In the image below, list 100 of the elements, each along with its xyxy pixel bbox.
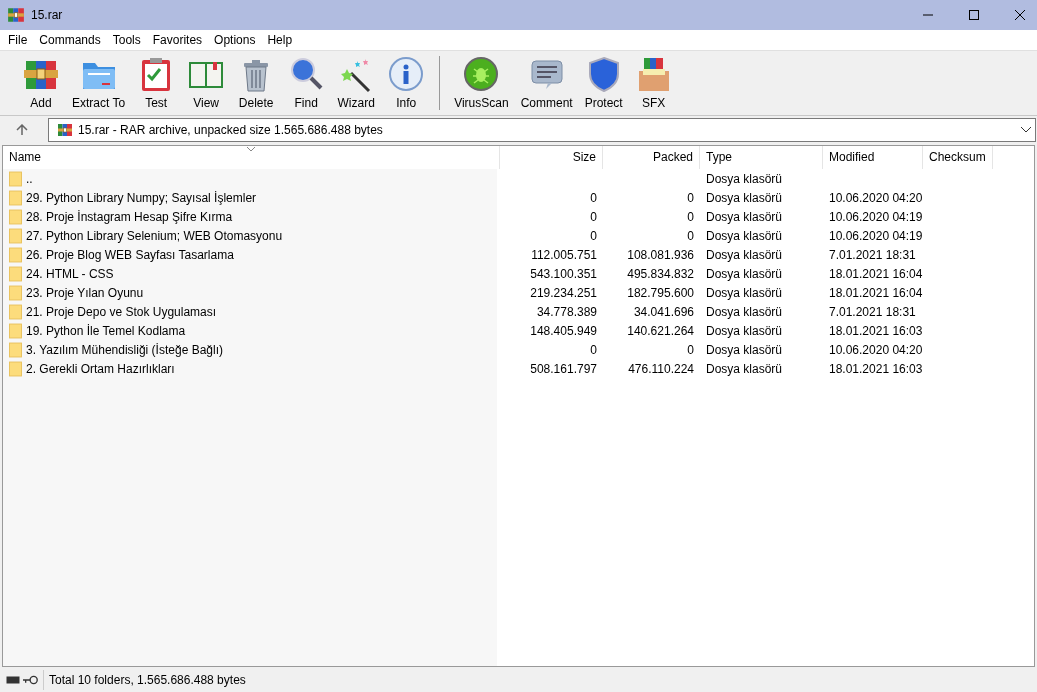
menu-item[interactable]: Commands [33, 31, 107, 49]
table-cell: 10.06.2020 04:20 [829, 190, 923, 205]
table-cell: 0 [687, 209, 694, 224]
table-cell: Dosya klasörü [706, 285, 783, 300]
chevron-down-icon[interactable] [1021, 126, 1031, 133]
menu-item[interactable]: Options [208, 31, 262, 49]
toolbar-button[interactable]: SFX [628, 51, 679, 112]
key-icon [23, 674, 39, 685]
file-name[interactable]: 27. Python Library Selenium; WEB Otomasyonu [26, 226, 283, 245]
app-icon [7, 6, 25, 24]
table-cell: 0 [687, 342, 694, 357]
file-name[interactable]: 3. Yazılım Mühendisliği (İsteğe Bağlı) [26, 340, 223, 359]
sort-chevron-icon [247, 147, 255, 151]
file-name[interactable]: 2. Gerekli Ortam Hazırlıkları [26, 359, 175, 378]
maximize-icon[interactable] [969, 10, 979, 20]
close-icon[interactable] [1015, 10, 1025, 20]
table-cell: 0 [590, 209, 597, 224]
toolbar-button[interactable]: Wizard [331, 51, 382, 112]
table-cell: 7.01.2021 18:31 [829, 304, 916, 319]
folder-icon [9, 284, 22, 301]
file-name[interactable]: 23. Proje Yılan Oyunu [26, 283, 144, 302]
table-cell: Dosya klasörü [706, 228, 783, 243]
table-cell: 108.081.936 [627, 247, 694, 262]
table-cell: 0 [590, 342, 597, 357]
table-cell: 0 [687, 190, 694, 205]
drive-icon [6, 675, 20, 684]
table-cell: 543.100.351 [530, 266, 597, 281]
table-cell: 219.234.251 [530, 285, 597, 300]
folder-icon [9, 170, 22, 187]
toolbar-button[interactable]: Delete [231, 51, 282, 112]
menu-item[interactable]: File [2, 31, 34, 49]
table-cell: 34.778.389 [536, 304, 597, 319]
table-cell: 508.161.797 [530, 361, 597, 376]
table-cell: 0 [590, 228, 597, 243]
file-name[interactable]: 21. Proje Depo ve Stok Uygulaması [26, 302, 217, 321]
toolbar-button[interactable]: Add [16, 51, 66, 112]
table-cell: Dosya klasörü [706, 171, 783, 186]
folder-icon [9, 265, 22, 282]
folder-icon [9, 322, 22, 339]
table-cell: Dosya klasörü [706, 304, 783, 319]
column-header[interactable]: Packed [603, 146, 700, 169]
toolbar-button[interactable]: Test [131, 51, 182, 112]
folder-icon [9, 360, 22, 377]
table-cell: Dosya klasörü [706, 190, 783, 205]
table-cell: 10.06.2020 04:19 [829, 228, 923, 243]
table-cell: 18.01.2021 16:03 [829, 323, 923, 338]
toolbar-button[interactable]: View [181, 51, 232, 112]
toolbar-button[interactable]: VirusScan [448, 51, 515, 112]
table-cell: 18.01.2021 16:04 [829, 266, 923, 281]
file-name[interactable]: 28. Proje İnstagram Hesap Şifre Kırma [26, 207, 233, 226]
info-icon [387, 55, 426, 93]
menu-item[interactable]: Help [261, 31, 299, 49]
file-name[interactable]: 26. Proje Blog WEB Sayfası Tasarlama [26, 245, 234, 264]
folder-icon [9, 189, 22, 206]
file-name[interactable]: 29. Python Library Numpy; Sayısal İşlemler [26, 188, 257, 207]
archive-icon [57, 121, 73, 138]
table-cell: Dosya klasörü [706, 266, 783, 281]
toolbar-button[interactable]: Find [281, 51, 332, 112]
menu-item[interactable]: Favorites [146, 31, 209, 49]
up-arrow-icon[interactable] [16, 123, 28, 136]
file-name[interactable]: 24. HTML - CSS [26, 264, 114, 283]
toolbar-button[interactable]: Extract To [66, 51, 132, 112]
table-cell: 0 [687, 228, 694, 243]
menu-item[interactable]: Tools [106, 31, 147, 49]
status-text: Total 10 folders, 1.565.686.488 bytes [49, 671, 246, 689]
table-cell: Dosya klasörü [706, 247, 783, 262]
folder-icon [9, 341, 22, 358]
table-cell: 476.110.224 [628, 361, 694, 376]
toolbar-button[interactable]: Protect [578, 51, 629, 112]
folder-icon [9, 227, 22, 244]
folder-icon [9, 246, 22, 263]
folder-icon [9, 208, 22, 225]
table-cell: Dosya klasörü [706, 209, 783, 224]
table-cell: 0 [590, 190, 597, 205]
table-cell: 148.405.949 [530, 323, 597, 338]
table-cell: 18.01.2021 16:03 [829, 361, 923, 376]
column-header[interactable]: Checksum [923, 146, 993, 169]
address-field[interactable]: 15.rar - RAR archive, unpacked size 1.565.686.488 bytes [48, 117, 1036, 142]
table-cell: 495.834.832 [627, 266, 694, 281]
file-name[interactable]: .. [26, 169, 33, 188]
address-text: 15.rar - RAR archive, unpacked size 1.565.686.488 bytes [78, 121, 384, 139]
table-cell: 140.621.264 [627, 323, 694, 338]
toolbar-button[interactable]: Comment [514, 51, 579, 112]
column-header[interactable]: Size [500, 146, 603, 169]
table-cell: 7.01.2021 18:31 [829, 247, 916, 262]
table-cell: Dosya klasörü [706, 323, 783, 338]
table-cell: Dosya klasörü [706, 361, 783, 376]
table-cell: Dosya klasörü [706, 342, 783, 357]
table-cell: 18.01.2021 16:04 [829, 285, 923, 300]
bug-icon [462, 55, 501, 93]
file-name[interactable]: 19. Python İle Temel Kodlama [26, 321, 186, 340]
column-header[interactable]: Modified [823, 146, 923, 169]
folder-icon [9, 303, 22, 320]
window-title: 15.rar [31, 7, 64, 24]
table-cell: 10.06.2020 04:20 [829, 342, 923, 357]
column-header[interactable]: Type [700, 146, 823, 169]
table-cell: 182.795.600 [627, 285, 694, 300]
table-cell: 112.005.751 [531, 247, 597, 262]
toolbar-button[interactable]: Info [381, 51, 432, 112]
table-cell: 34.041.696 [633, 304, 694, 319]
